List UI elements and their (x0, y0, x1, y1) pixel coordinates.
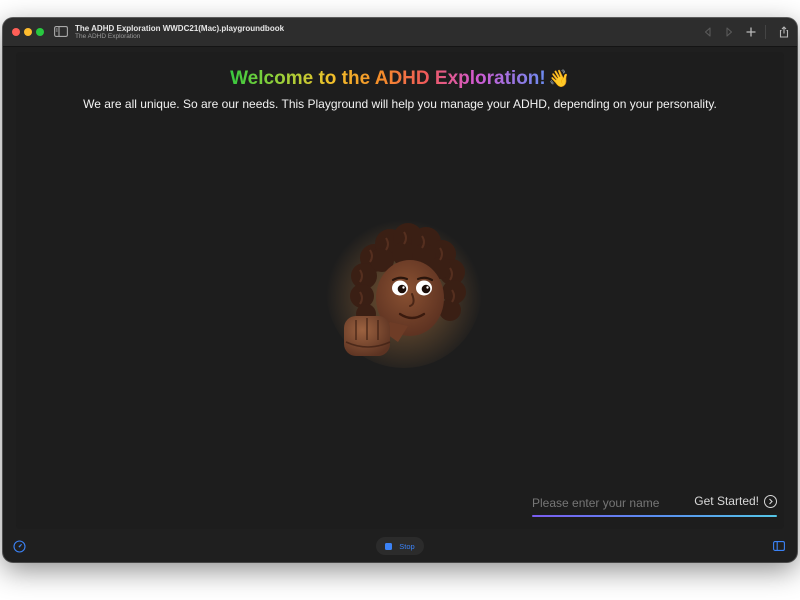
window-title-block: The ADHD Exploration WWDC21(Mac).playgro… (75, 24, 284, 41)
welcome-heading: Welcome to the ADHD Exploration! 👋 (16, 68, 784, 90)
chevron-right-circle-icon (764, 494, 777, 508)
sidebar-toggle-icon[interactable] (54, 26, 68, 37)
speed-gauge-icon[interactable] (13, 540, 26, 553)
close-window-button[interactable] (12, 28, 20, 36)
stop-label: Stop (399, 541, 415, 551)
waving-hand-icon: 👋 (548, 69, 570, 88)
back-icon[interactable] (702, 26, 714, 38)
minimize-window-button[interactable] (24, 28, 32, 36)
panel-toggle-icon[interactable] (773, 541, 785, 551)
bottom-bar: Stop (3, 534, 797, 562)
get-started-button[interactable]: Get Started! (694, 494, 777, 508)
toolbar-divider (765, 25, 766, 39)
stop-icon (385, 542, 393, 550)
app-window: The ADHD Exploration WWDC21(Mac).playgro… (3, 18, 797, 562)
intro-subtitle: We are all unique. So are our needs. Thi… (83, 97, 717, 111)
name-input[interactable] (532, 493, 692, 513)
maximize-window-button[interactable] (36, 28, 44, 36)
share-icon[interactable] (778, 26, 790, 38)
get-started-label: Get Started! (694, 494, 759, 508)
window-title: The ADHD Exploration WWDC21(Mac).playgro… (75, 24, 285, 33)
name-input-underline (532, 515, 777, 517)
forward-icon[interactable] (723, 26, 735, 38)
welcome-title: Welcome to the ADHD Exploration! (230, 68, 546, 89)
live-view: Welcome to the ADHD Exploration! 👋 We are… (16, 52, 784, 529)
window-subtitle: The ADHD Exploration (75, 33, 141, 40)
memoji-avatar (326, 212, 482, 368)
title-bar: The ADHD Exploration WWDC21(Mac).playgro… (3, 18, 797, 47)
add-icon[interactable] (745, 26, 757, 38)
name-entry-row: Get Started! (532, 493, 777, 517)
stop-button[interactable]: Stop (376, 537, 424, 555)
